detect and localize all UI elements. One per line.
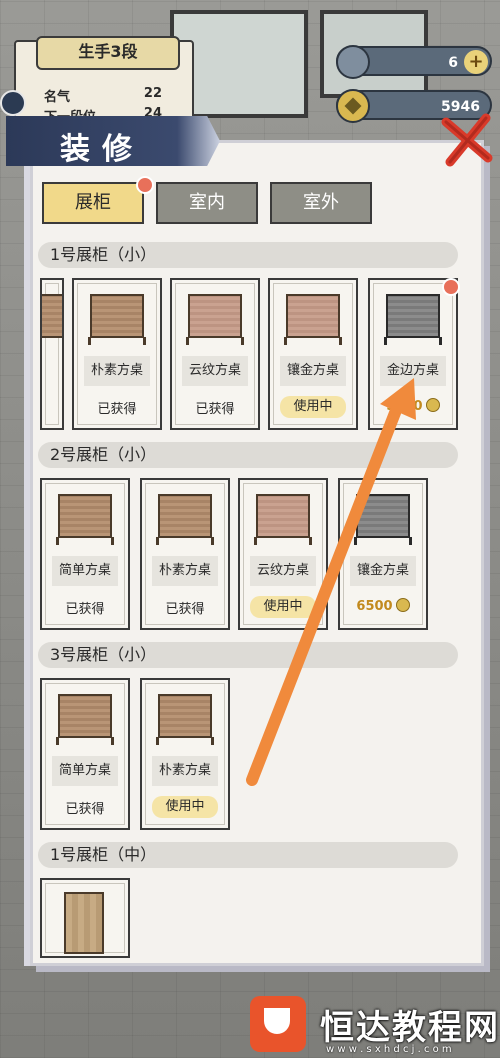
gem-value: 6 [448,55,458,71]
rank-panel: 生手3段 名气 22 下一段位 24 [14,36,194,125]
item-card[interactable] [40,878,130,958]
item-card[interactable]: 简单方桌 已获得 [40,478,130,630]
item-card[interactable]: 云纹方桌 已获得 [170,278,260,430]
item-price: 6500 [340,598,426,614]
tab-showcase[interactable]: 展柜 [42,182,144,224]
section-header: 1号展柜（中） [38,842,458,868]
watermark-logo [250,996,306,1052]
coin-icon [425,398,440,412]
item-in-use-badge: 使用中 [250,596,316,618]
section-header: 3号展柜（小） [38,642,458,668]
furniture-image [386,294,440,338]
panel-title: 装修 [60,132,144,167]
item-in-use-badge: 使用中 [152,796,218,818]
item-card[interactable]: 朴素方桌 使用中 [140,678,230,830]
item-name: 云纹方桌 [250,556,316,586]
rank-fame-label: 名气 [44,90,71,105]
tab-indoor[interactable]: 室内 [156,182,258,224]
coin-icon [336,89,370,123]
furniture-legs [56,537,114,545]
rank-fame-value: 22 [143,86,162,101]
furniture-legs [156,737,214,745]
item-name: 朴素方桌 [152,756,218,786]
item-card[interactable]: 简单方桌 已获得 [40,678,130,830]
watermark-url: w w w . s x h d c j . c o m [326,1044,452,1055]
item-card-partial[interactable] [40,278,64,430]
furniture-legs [88,337,146,345]
furniture-legs [384,337,442,345]
watermark: 恒达教程网 w w w . s x h d c j . c o m [240,996,500,1058]
close-icon[interactable] [440,112,494,168]
coin-icon [395,598,410,612]
tab-notification-dot [136,176,154,194]
item-name: 简单方桌 [52,756,118,786]
furniture-legs [254,537,312,545]
rank-title: 生手3段 [36,36,180,70]
item-card[interactable]: 朴素方桌 已获得 [140,478,230,630]
furniture-legs [284,337,342,345]
item-name: 简单方桌 [52,556,118,586]
furniture-image [90,294,144,338]
furniture-image [256,494,310,538]
item-card[interactable]: 镶金方桌 6500 [338,478,428,630]
furniture-image [58,694,112,738]
item-in-use-badge: 使用中 [280,396,346,418]
furniture-legs [56,737,114,745]
cloud-token-icon [336,45,370,79]
item-card[interactable]: 云纹方桌 使用中 [238,478,328,630]
item-name: 镶金方桌 [350,556,416,586]
price-value: 6500 [356,599,393,614]
watermark-text: 恒达教程网 [320,1008,500,1048]
price-value: 5500 [386,399,423,414]
item-name: 朴素方桌 [152,556,218,586]
furniture-image [286,294,340,338]
furniture-image [42,294,62,338]
item-status: 已获得 [195,402,235,417]
item-name: 云纹方桌 [182,356,248,386]
side-menu-icon[interactable] [0,90,26,116]
furniture-image [158,694,212,738]
furniture-image [188,294,242,338]
item-card[interactable]: 朴素方桌 已获得 [72,278,162,430]
furniture-legs [354,537,412,545]
item-status: 已获得 [65,802,105,817]
item-name: 镶金方桌 [280,356,346,386]
furniture-image [58,494,112,538]
item-price: 5500 [370,398,456,414]
item-notification-dot [442,278,460,296]
furniture-legs [186,337,244,345]
item-name: 金边方桌 [380,356,446,386]
furniture-legs [156,537,214,545]
section-header: 1号展柜（小） [38,242,458,268]
item-status: 已获得 [165,602,205,617]
item-status: 已获得 [97,402,137,417]
item-name: 朴素方桌 [84,356,150,386]
furniture-image [158,494,212,538]
tab-outdoor[interactable]: 室外 [270,182,372,224]
add-gem-button[interactable]: + [464,50,488,74]
gem-counter: 6 + [336,45,492,79]
cabinet-image [64,892,104,954]
item-status: 已获得 [65,602,105,617]
furniture-image [356,494,410,538]
item-card[interactable]: 镶金方桌 使用中 [268,278,358,430]
item-card[interactable]: 金边方桌 5500 [368,278,458,430]
section-header: 2号展柜（小） [38,442,458,468]
